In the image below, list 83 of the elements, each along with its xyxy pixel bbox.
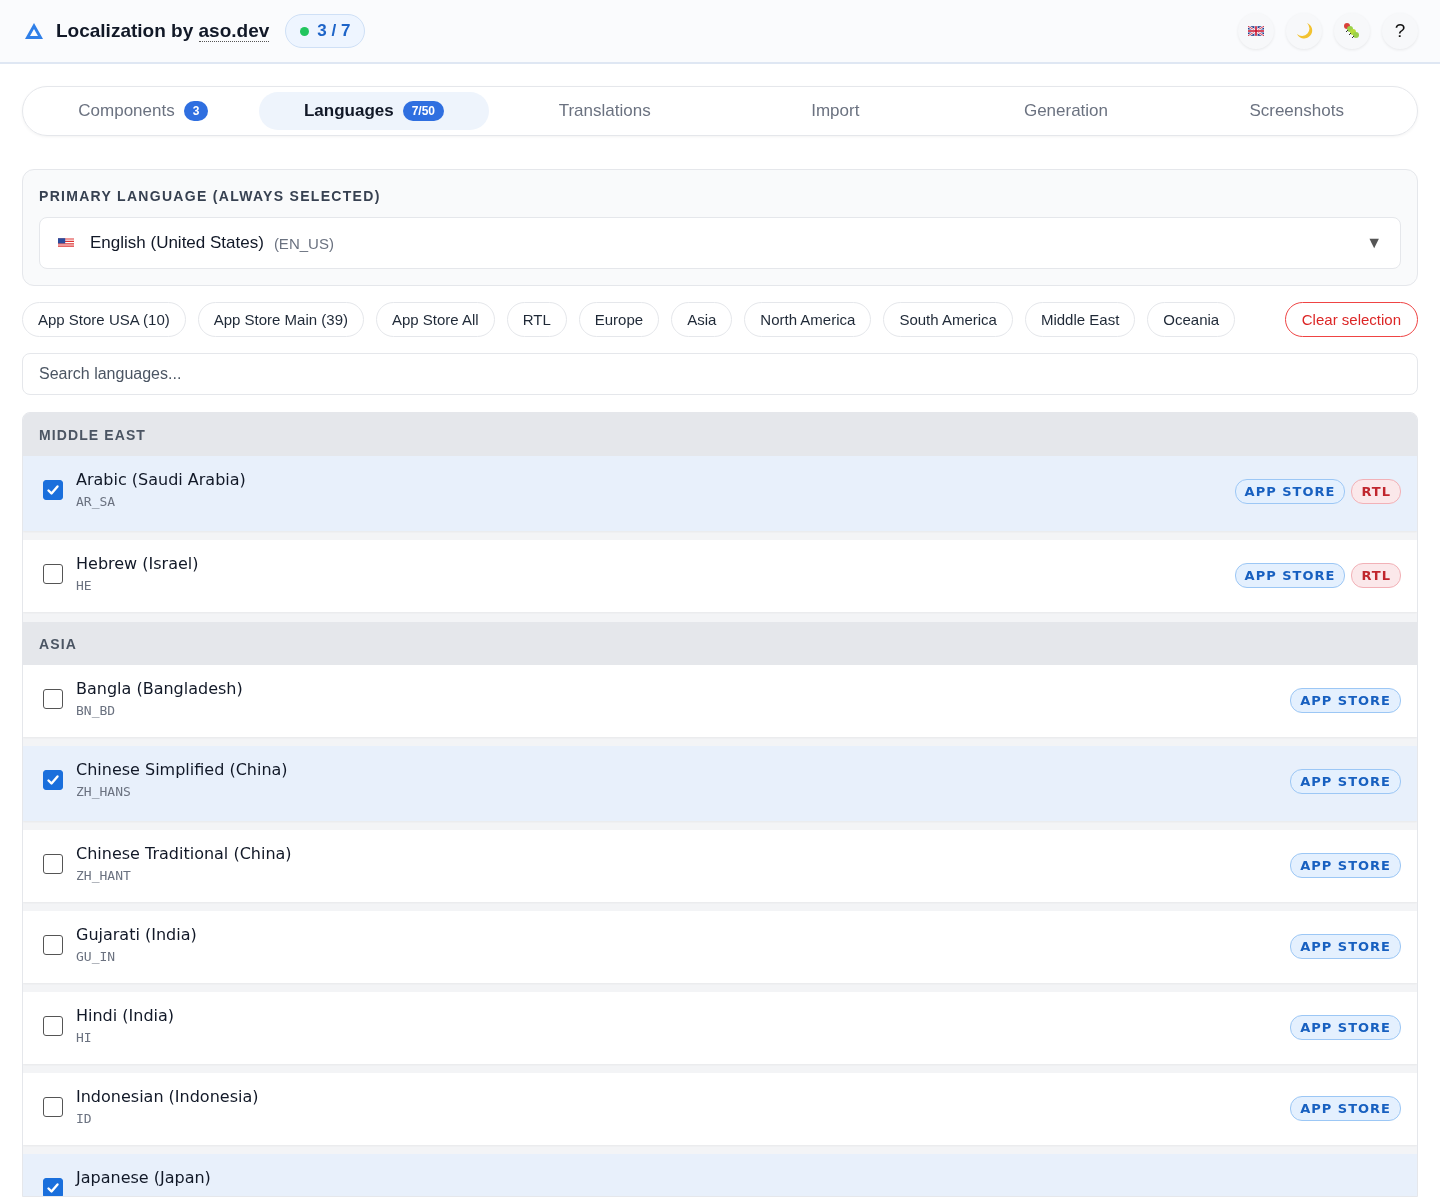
- preset-chip[interactable]: RTL: [506, 302, 567, 337]
- preset-chip[interactable]: Asia: [671, 302, 733, 337]
- language-name: Bangla (Bangladesh): [76, 679, 243, 698]
- preset-chip[interactable]: North America: [744, 302, 872, 337]
- app-store-tag: APP STORE: [1290, 769, 1401, 794]
- preset-chip[interactable]: South America: [883, 302, 1013, 337]
- preset-chip[interactable]: App Store Main (39): [197, 302, 364, 337]
- logo-icon: [24, 22, 44, 40]
- checkbox[interactable]: [43, 480, 63, 500]
- preset-chip[interactable]: App Store USA (10): [22, 302, 186, 337]
- language-row[interactable]: Indonesian (Indonesia) ID APP STORE: [23, 1073, 1417, 1145]
- checkbox[interactable]: [43, 1016, 63, 1036]
- language-row[interactable]: Chinese Traditional (China) ZH_HANT APP STORE: [23, 830, 1417, 902]
- check-icon: [45, 1180, 61, 1196]
- language-row[interactable]: Gujarati (India) GU_IN APP STORE: [23, 911, 1417, 983]
- caterpillar-icon: [1342, 21, 1362, 41]
- group-heading: MIDDLE EAST: [23, 413, 1417, 456]
- app-title: Localization by aso.dev: [56, 20, 270, 42]
- tab[interactable]: Translations: [489, 92, 720, 130]
- language-name: Chinese Traditional (China): [76, 844, 292, 863]
- progress-badge: 3 / 7: [285, 14, 366, 48]
- language-name: Gujarati (India): [76, 925, 197, 944]
- language-code: AR_SA: [76, 494, 117, 509]
- language-name: Chinese Simplified (China): [76, 760, 288, 779]
- caret-icon: ▼: [1366, 234, 1382, 252]
- app-store-tag: APP STORE: [1290, 853, 1401, 878]
- language-name: Japanese (Japan): [76, 1168, 211, 1187]
- preset-chip[interactable]: Europe: [578, 302, 660, 337]
- language-name: Hindi (India): [76, 1006, 175, 1025]
- language-code: HE: [76, 578, 93, 593]
- moon-icon: [1294, 21, 1314, 41]
- preset-chip[interactable]: Oceania: [1147, 302, 1236, 337]
- language-code: GU_IN: [76, 949, 117, 964]
- language-button[interactable]: [1238, 13, 1274, 49]
- theme-toggle-button[interactable]: [1286, 13, 1322, 49]
- rtl-tag: RTL: [1351, 479, 1401, 504]
- language-name: Arabic (Saudi Arabia): [76, 470, 246, 489]
- bug-report-button[interactable]: [1334, 13, 1370, 49]
- check-icon: [45, 772, 61, 788]
- check-icon: [45, 482, 61, 498]
- checkbox[interactable]: [43, 935, 63, 955]
- language-code: HI: [76, 1030, 93, 1045]
- language-row[interactable]: Chinese Simplified (China) ZH_HANS APP STORE: [23, 746, 1417, 821]
- section-heading: PRIMARY LANGUAGE (ALWAYS SELECTED): [39, 188, 382, 204]
- language-code: ZH_HANT: [76, 868, 132, 883]
- language-row[interactable]: Japanese (Japan): [23, 1154, 1417, 1196]
- app-store-tag: APP STORE: [1234, 563, 1346, 588]
- checkbox[interactable]: [43, 1178, 63, 1196]
- flag-icon: [1248, 26, 1264, 36]
- preset-chip[interactable]: App Store All: [375, 302, 495, 337]
- app-store-tag: APP STORE: [1290, 688, 1401, 713]
- preset-chip[interactable]: Middle East: [1024, 302, 1136, 337]
- checkbox[interactable]: [43, 770, 63, 790]
- search-field[interactable]: Search languages...: [22, 353, 1418, 395]
- checkbox[interactable]: [43, 689, 63, 709]
- app-store-tag: APP STORE: [1290, 934, 1401, 959]
- clear-selection-button[interactable]: Clear selection: [1284, 302, 1418, 337]
- language-row[interactable]: Bangla (Bangladesh) BN_BD APP STORE: [23, 665, 1417, 737]
- tab[interactable]: Components 3: [28, 92, 259, 130]
- rtl-tag: RTL: [1351, 563, 1401, 588]
- primary-language-select[interactable]: English (United States) (EN_US) ▼: [39, 217, 1401, 269]
- flag-icon: [58, 238, 74, 248]
- language-row[interactable]: Hindi (India) HI APP STORE: [23, 992, 1417, 1064]
- tab[interactable]: Screenshots: [1181, 92, 1412, 130]
- app-store-tag: APP STORE: [1234, 479, 1346, 504]
- tab[interactable]: Languages 7/50: [258, 92, 490, 130]
- checkbox[interactable]: [43, 1097, 63, 1117]
- tab[interactable]: Import: [720, 92, 951, 130]
- checkbox[interactable]: [43, 854, 63, 874]
- language-row[interactable]: Hebrew (Israel) HE APP STORE RTL: [23, 540, 1417, 612]
- tab[interactable]: Generation: [950, 92, 1182, 130]
- app-store-tag: APP STORE: [1290, 1096, 1401, 1121]
- site-link[interactable]: aso.dev: [198, 20, 270, 42]
- language-row[interactable]: Arabic (Saudi Arabia) AR_SA APP STORE RTL: [23, 456, 1417, 531]
- app-store-tag: APP STORE: [1290, 1015, 1401, 1040]
- language-name: Indonesian (Indonesia): [76, 1087, 259, 1106]
- language-code: ID: [76, 1111, 93, 1126]
- language-code: ZH_HANS: [76, 784, 132, 799]
- help-button[interactable]: ?: [1382, 13, 1418, 49]
- checkbox[interactable]: [43, 564, 63, 584]
- language-code: BN_BD: [76, 703, 117, 718]
- language-name: Hebrew (Israel): [76, 554, 199, 573]
- group-heading: ASIA: [23, 622, 1417, 665]
